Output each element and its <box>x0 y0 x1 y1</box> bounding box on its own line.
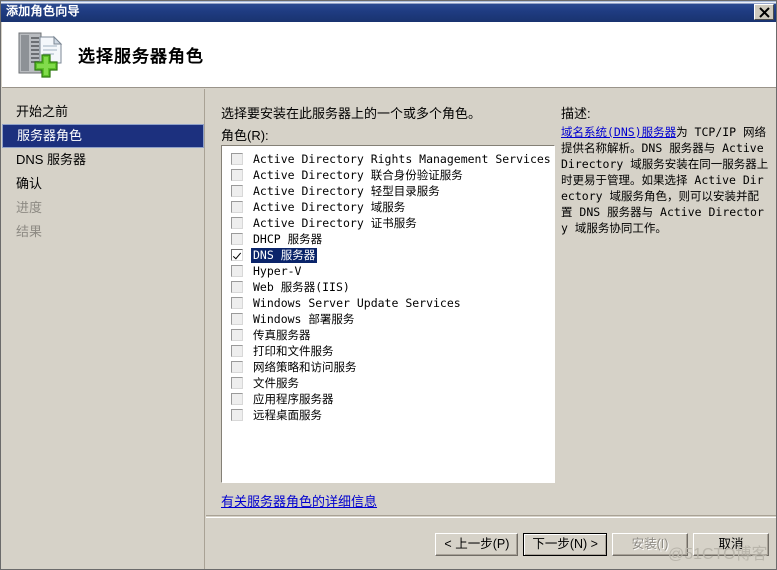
role-label: 传真服务器 <box>253 327 311 342</box>
role-list-item[interactable]: Active Directory 证书服务 <box>231 215 554 231</box>
role-checkbox[interactable] <box>231 265 243 277</box>
intro-text: 选择要安装在此服务器上的一个或多个角色。 <box>221 106 482 121</box>
title-bar: 添加角色向导 <box>1 1 776 22</box>
window-title: 添加角色向导 <box>6 4 80 18</box>
role-label: Active Directory 证书服务 <box>253 215 417 230</box>
roles-label: 角色(R): <box>221 128 269 143</box>
role-list-item[interactable]: Windows Server Update Services <box>231 295 554 311</box>
role-checkbox[interactable] <box>231 153 243 165</box>
role-list-item[interactable]: 传真服务器 <box>231 327 554 343</box>
role-checkbox[interactable] <box>231 361 243 373</box>
role-checkbox[interactable] <box>231 345 243 357</box>
description-title: 描述: <box>561 106 591 121</box>
more-about-server-roles-link[interactable]: 有关服务器角色的详细信息 <box>221 491 377 510</box>
role-list-item[interactable]: DNS 服务器 <box>231 247 554 263</box>
wizard-buttons: < 上一步(P) 下一步(N) > 安装(I) 取消 <box>435 533 769 556</box>
server-add-icon <box>14 29 70 81</box>
role-label: Web 服务器(IIS) <box>253 279 350 294</box>
role-label: Windows Server Update Services <box>253 295 461 310</box>
description-body: 域名系统(DNS)服务器为 TCP/IP 网络提供名称解析。DNS 服务器与 A… <box>561 124 769 236</box>
role-list-item[interactable]: 文件服务 <box>231 375 554 391</box>
role-label: DNS 服务器 <box>251 247 318 263</box>
content-pane: 选择要安装在此服务器上的一个或多个角色。 角色(R): Active Direc… <box>206 89 776 569</box>
close-icon[interactable] <box>754 3 774 20</box>
sidebar-item-dns-server[interactable]: DNS 服务器 <box>2 148 204 172</box>
description-text: 为 TCP/IP 网络提供名称解析。DNS 服务器与 Active Direct… <box>561 125 769 235</box>
role-label: 应用程序服务器 <box>253 391 334 406</box>
role-label: Hyper-V <box>253 263 302 278</box>
role-label: 文件服务 <box>253 375 299 390</box>
sidebar-item-results: 结果 <box>16 224 43 239</box>
role-label: Active Directory 联合身份验证服务 <box>253 167 463 182</box>
role-list-item[interactable]: DHCP 服务器 <box>231 231 554 247</box>
install-button: 安装(I) <box>612 533 688 556</box>
role-label: Active Directory Rights Management Servi… <box>253 151 551 166</box>
role-checkbox[interactable] <box>231 281 243 293</box>
back-button[interactable]: < 上一步(P) <box>435 533 519 556</box>
role-list-item[interactable]: Hyper-V <box>231 263 554 279</box>
description-pane: 描述: 域名系统(DNS)服务器为 TCP/IP 网络提供名称解析。DNS 服务… <box>561 103 769 236</box>
role-label: 远程桌面服务 <box>253 407 322 422</box>
button-bar: < 上一步(P) 下一步(N) > 安装(I) 取消 <box>206 517 776 569</box>
role-list-item[interactable]: Active Directory 域服务 <box>231 199 554 215</box>
role-list-item[interactable]: Active Directory 轻型目录服务 <box>231 183 554 199</box>
role-checkbox[interactable] <box>231 233 243 245</box>
role-checkbox[interactable] <box>231 201 243 213</box>
button-bar-separator <box>206 515 776 516</box>
role-list-item[interactable]: 远程桌面服务 <box>231 407 554 423</box>
page-title: 选择服务器角色 <box>78 47 204 66</box>
role-label: 打印和文件服务 <box>253 343 334 358</box>
role-checkbox[interactable] <box>231 169 243 181</box>
role-checkbox[interactable] <box>231 329 243 341</box>
roles-listbox[interactable]: Active Directory Rights Management Servi… <box>221 145 555 483</box>
role-checkbox[interactable] <box>231 377 243 389</box>
role-label: Active Directory 域服务 <box>253 199 406 214</box>
cancel-button[interactable]: 取消 <box>693 533 769 556</box>
sidebar-item-confirmation[interactable]: 确认 <box>2 172 204 196</box>
role-checkbox[interactable] <box>231 313 243 325</box>
role-list-item[interactable]: Windows 部署服务 <box>231 311 554 327</box>
role-label: Windows 部署服务 <box>253 311 355 326</box>
role-checkbox[interactable] <box>231 409 243 421</box>
wizard-steps-sidebar: 开始之前 服务器角色 DNS 服务器 确认 进度 结果 <box>2 89 205 569</box>
role-list-item[interactable]: 打印和文件服务 <box>231 343 554 359</box>
role-label: Active Directory 轻型目录服务 <box>253 183 440 198</box>
role-label: 网络策略和访问服务 <box>253 359 357 374</box>
role-list-item[interactable]: 网络策略和访问服务 <box>231 359 554 375</box>
next-button[interactable]: 下一步(N) > <box>523 533 607 556</box>
role-checkbox[interactable] <box>231 217 243 229</box>
dns-server-help-link[interactable]: 域名系统(DNS)服务器 <box>561 125 676 139</box>
sidebar-item-progress: 进度 <box>16 200 43 215</box>
sidebar-item-server-roles[interactable]: 服务器角色 <box>2 124 204 148</box>
role-list-item[interactable]: Web 服务器(IIS) <box>231 279 554 295</box>
role-list-item[interactable]: Active Directory 联合身份验证服务 <box>231 167 554 183</box>
role-label: DHCP 服务器 <box>253 231 323 246</box>
role-checkbox[interactable] <box>231 297 243 309</box>
role-list-item[interactable]: 应用程序服务器 <box>231 391 554 407</box>
role-checkbox[interactable] <box>231 249 243 261</box>
role-checkbox[interactable] <box>231 393 243 405</box>
role-list-item[interactable]: Active Directory Rights Management Servi… <box>231 151 554 167</box>
sidebar-item-before-you-begin[interactable]: 开始之前 <box>2 100 204 124</box>
role-checkbox[interactable] <box>231 185 243 197</box>
wizard-header: 选择服务器角色 <box>2 22 776 88</box>
add-roles-wizard-window: 添加角色向导 选择服务器角色 开始之前 服务器角色 DNS 服务器 确认 进度 … <box>0 0 777 570</box>
